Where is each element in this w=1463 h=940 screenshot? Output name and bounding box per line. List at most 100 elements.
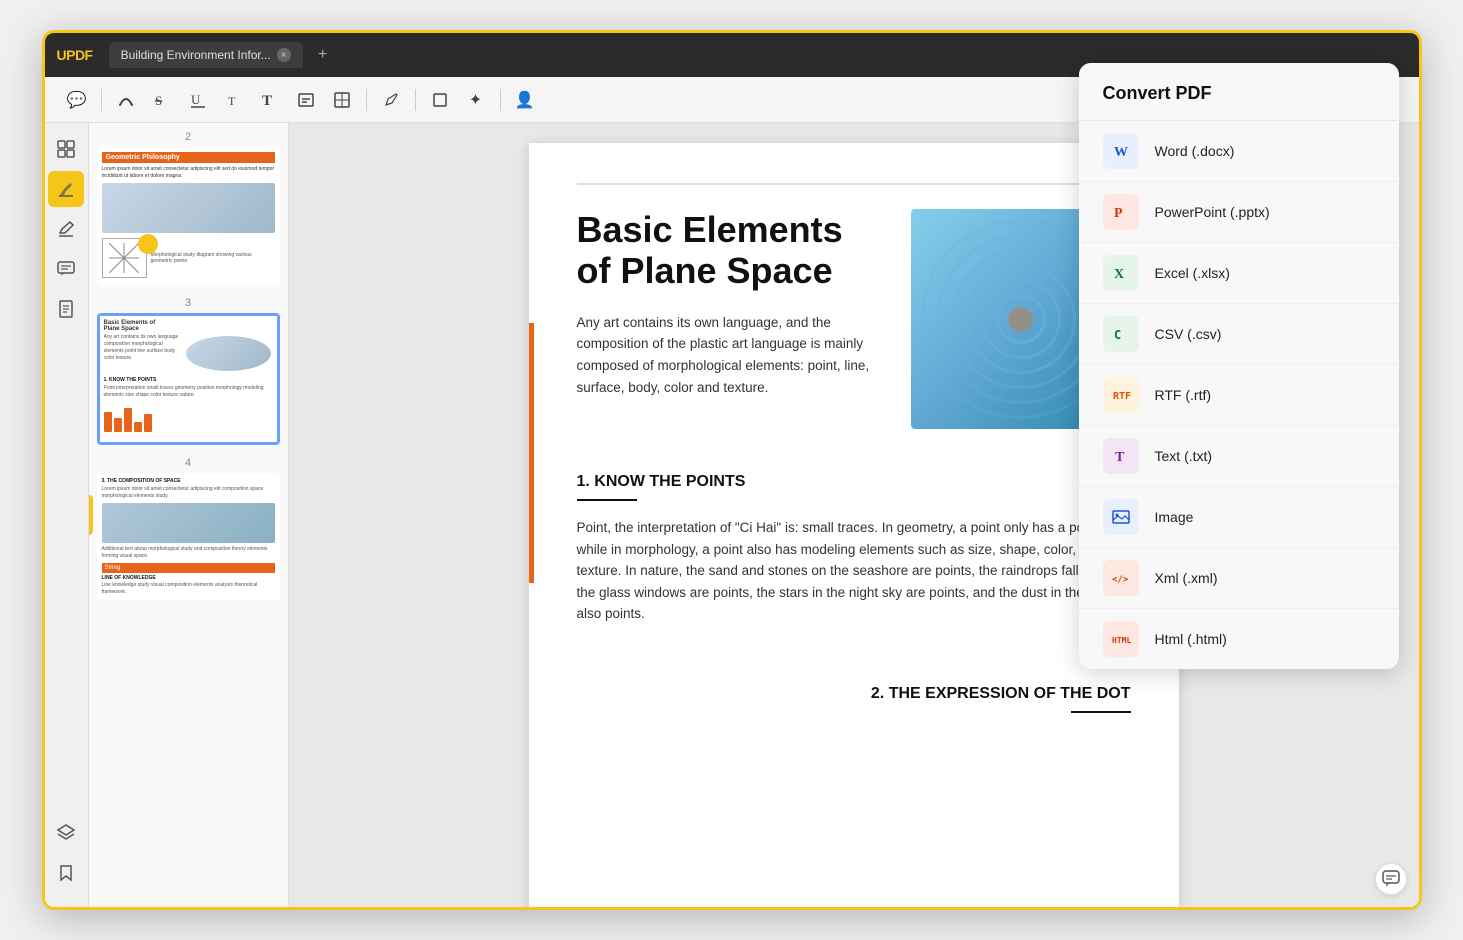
html-label: Html (.html) <box>1155 631 1227 647</box>
thumbnail-sidebar-icon[interactable] <box>48 131 84 167</box>
page2-content: Geometric Philosophy Lorem ipsum dolor s… <box>98 148 279 284</box>
svg-text:T: T <box>1115 450 1125 465</box>
section2-title: 2. THE EXPRESSION OF THE DOT <box>871 685 1131 703</box>
app-window: UPDF Building Environment Infor... × + 💬… <box>42 30 1422 910</box>
svg-text:X: X <box>1114 267 1124 282</box>
rtf-option[interactable]: RTF RTF (.rtf) <box>1079 365 1399 426</box>
strikethrough-icon[interactable]: S <box>146 84 178 116</box>
page-number-3: 3 <box>97 297 280 309</box>
convert-pdf-panel: Convert PDF W Word (.docx) P PowerPoint … <box>1079 63 1399 669</box>
word-label: Word (.docx) <box>1155 143 1235 159</box>
thumb-image-2: Geometric Philosophy Lorem ipsum dolor s… <box>97 147 280 285</box>
tab-title: Building Environment Infor... <box>121 48 271 62</box>
toolbar-divider-4 <box>500 89 501 111</box>
text-icon-convert: T <box>1103 438 1139 474</box>
thumb-header-2: Geometric Philosophy <box>102 152 275 163</box>
page-top-line <box>577 183 1131 185</box>
thumbnail-panel: 2 Geometric Philosophy Lorem ipsum dolor… <box>89 123 289 907</box>
section2-underline <box>1071 711 1131 713</box>
text-label: Text (.txt) <box>1155 448 1213 464</box>
page3-content: Basic Elements ofPlane Space Any art con… <box>98 314 279 444</box>
thumb-circle-img <box>186 336 271 371</box>
powerpoint-label: PowerPoint (.pptx) <box>1155 204 1270 220</box>
svg-text:U: U <box>191 92 201 107</box>
convert-panel-header: Convert PDF <box>1079 63 1399 121</box>
image-label: Image <box>1155 509 1194 525</box>
svg-text:W: W <box>1114 145 1128 160</box>
svg-text:P: P <box>1114 206 1123 221</box>
document-tab[interactable]: Building Environment Infor... × <box>109 42 303 68</box>
section2-area: 2. THE EXPRESSION OF THE DOT <box>577 657 1131 729</box>
svg-text:C: C <box>1114 328 1121 342</box>
left-sidebar <box>45 123 89 907</box>
thumb-title-3: Basic Elements ofPlane Space <box>104 320 273 332</box>
new-tab-button[interactable]: + <box>311 43 335 67</box>
csv-icon: C <box>1103 316 1139 352</box>
thumb-body-2: Lorem ipsum dolor sit amet consectetur a… <box>102 166 275 180</box>
page-number-4: 4 <box>97 457 280 469</box>
thumb-bars <box>104 402 273 432</box>
thumbnail-page-2[interactable]: 2 Geometric Philosophy Lorem ipsum dolor… <box>97 131 280 285</box>
thumb-image-3: Basic Elements ofPlane Space Any art con… <box>97 313 280 445</box>
section1-text: Point, the interpretation of "Ci Hai" is… <box>577 517 1131 625</box>
underline-icon[interactable]: U <box>182 84 214 116</box>
csv-option[interactable]: C CSV (.csv) <box>1079 304 1399 365</box>
user-icon[interactable]: 👤 <box>509 84 541 116</box>
svg-text:</>: </> <box>1112 575 1129 585</box>
pen-icon[interactable] <box>375 84 407 116</box>
xml-icon: </> <box>1103 560 1139 596</box>
xml-option[interactable]: </> Xml (.xml) <box>1079 548 1399 609</box>
svg-text:T: T <box>262 93 272 109</box>
page-number-2: 2 <box>97 131 280 143</box>
image-icon <box>1103 499 1139 535</box>
svg-text:T: T <box>228 94 236 108</box>
toolbar-divider-1 <box>101 89 102 111</box>
thumb-image-placeholder-2 <box>102 183 275 233</box>
thumbnail-page-3[interactable]: 3 Basic Elements ofPlane Space Any art c… <box>97 297 280 445</box>
shape-icon[interactable] <box>424 84 456 116</box>
highlight-tool-sidebar-icon[interactable] <box>48 171 84 207</box>
comment-icon[interactable]: 💬 <box>61 84 93 116</box>
comment-sidebar-icon[interactable] <box>48 251 84 287</box>
convert-panel-title: Convert PDF <box>1103 83 1212 103</box>
app-logo: UPDF <box>57 47 93 63</box>
bookmark-sidebar-icon[interactable] <box>48 855 84 891</box>
rtf-icon: RTF <box>1103 377 1139 413</box>
chat-button[interactable] <box>1375 863 1407 895</box>
sidebar-bottom-icons <box>48 815 84 899</box>
csv-label: CSV (.csv) <box>1155 326 1222 342</box>
text-large-icon[interactable]: T <box>254 84 286 116</box>
pages-sidebar-icon[interactable] <box>48 291 84 327</box>
xml-label: Xml (.xml) <box>1155 570 1218 586</box>
svg-text:HTML: HTML <box>1112 636 1131 645</box>
thumb-image-4: 3. THE COMPOSITION OF SPACE Lorem ipsum … <box>97 473 280 600</box>
html-option[interactable]: HTML Html (.html) <box>1079 609 1399 669</box>
thumbnail-page-4[interactable]: 4 3. THE COMPOSITION OF SPACE Lorem ipsu… <box>97 457 280 600</box>
html-icon: HTML <box>1103 621 1139 657</box>
excel-option[interactable]: X Excel (.xlsx) <box>1079 243 1399 304</box>
accent-bar <box>529 323 534 583</box>
rtf-label: RTF (.rtf) <box>1155 387 1212 403</box>
pdf-content-area: Basic Elements of Plane Space Any art co… <box>577 209 1131 445</box>
thumb-orange-bar-4: String <box>102 563 275 573</box>
excel-label: Excel (.xlsx) <box>1155 265 1230 281</box>
edit-sidebar-icon[interactable] <box>48 211 84 247</box>
svg-text:S: S <box>155 93 162 108</box>
arc-icon[interactable] <box>110 84 142 116</box>
text-option[interactable]: T Text (.txt) <box>1079 426 1399 487</box>
image-option[interactable]: Image <box>1079 487 1399 548</box>
powerpoint-option[interactable]: P PowerPoint (.pptx) <box>1079 182 1399 243</box>
text-small-icon[interactable]: T <box>218 84 250 116</box>
section1-title: 1. KNOW THE POINTS <box>577 473 1131 491</box>
section1-underline <box>577 499 637 501</box>
word-option[interactable]: W Word (.docx) <box>1079 121 1399 182</box>
table-icon[interactable] <box>326 84 358 116</box>
word-icon: W <box>1103 133 1139 169</box>
excel-icon: X <box>1103 255 1139 291</box>
svg-text:RTF: RTF <box>1113 391 1131 402</box>
tab-close-button[interactable]: × <box>277 48 291 62</box>
powerpoint-icon: P <box>1103 194 1139 230</box>
text-box-icon[interactable] <box>290 84 322 116</box>
layers-sidebar-icon[interactable] <box>48 815 84 851</box>
star-icon[interactable]: ✦ <box>460 84 492 116</box>
